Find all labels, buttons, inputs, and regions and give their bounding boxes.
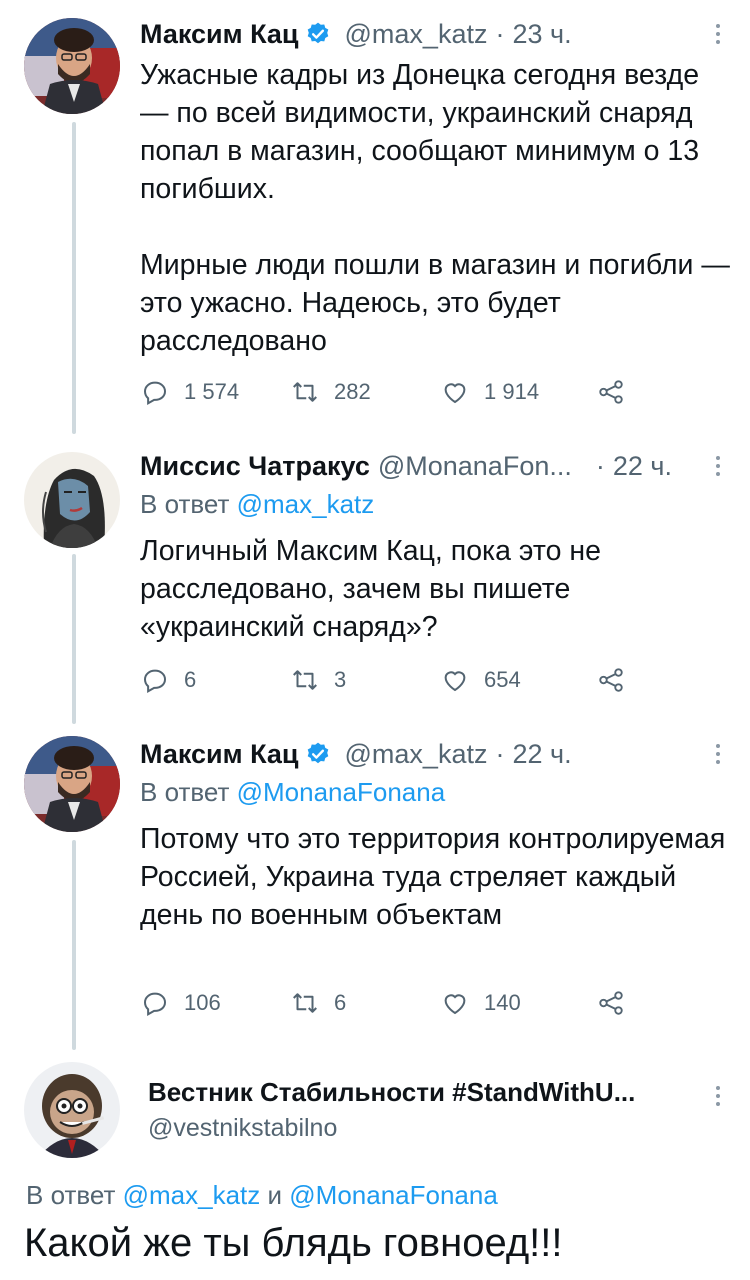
like-button[interactable]: 654 [440,662,521,698]
more-icon[interactable] [706,448,730,484]
handle[interactable]: @max_katz [345,739,488,770]
avatar[interactable] [24,18,120,114]
avatar[interactable] [24,736,120,832]
action-bar: 106 6 140 [140,985,640,1021]
reply-count: 106 [184,990,221,1015]
reply-conjunction: и [260,1180,290,1210]
like-icon [440,665,470,695]
tweet-text: Ужасные кадры из Донецка сегодня везде —… [140,59,730,357]
tweet-header: Максим Кац @max_katz · 23 ч. [140,16,730,52]
reply-prefix: В ответ [140,489,237,519]
handle[interactable]: @vestnikstabilno [148,1114,730,1143]
like-button[interactable]: 140 [440,985,521,1021]
action-bar: 1 574 282 1 914 [140,374,640,410]
retweet-icon [290,665,320,695]
like-count: 654 [484,667,521,692]
tweet[interactable]: Максим Кац @max_katz · 23 ч. Ужасные кад… [0,0,750,430]
more-icon[interactable] [706,736,730,772]
reply-icon [140,377,170,407]
retweet-icon [290,988,320,1018]
display-name[interactable]: Миссис Чатракус [140,451,370,482]
reply-icon [140,988,170,1018]
reply-prefix: В ответ [26,1180,123,1210]
timestamp[interactable]: 22 ч. [512,739,571,770]
like-icon [440,988,470,1018]
retweet-icon [290,377,320,407]
share-button[interactable] [596,985,626,1021]
reply-mention-link[interactable]: @max_katz [237,489,375,519]
retweet-button[interactable]: 3 [290,662,346,698]
display-name[interactable]: Вестник Стабильности #StandWithU... [148,1074,730,1110]
tweet[interactable]: Максим Кац @max_katz · 22 ч. В ответ @Mo… [0,730,750,1050]
reply-count: 1 574 [184,379,240,404]
separator-dot: · [495,738,505,769]
reply-context: В ответ @max_katz [140,486,730,522]
reply-prefix: В ответ [140,777,237,807]
verified-badge-icon [305,741,331,767]
tweet[interactable]: Миссис Чатракус @MonanaFon... · 22 ч. В … [0,440,750,730]
tweet-header: Миссис Чатракус @MonanaFon... · 22 ч. [140,448,730,484]
tweet-text: Потому что это территория контролируемая… [140,823,726,931]
handle[interactable]: @max_katz [345,19,488,50]
timestamp[interactable]: 23 ч. [512,19,571,50]
like-icon [440,377,470,407]
timestamp[interactable]: 22 ч. [613,451,672,482]
tweet-text: Какой же ты блядь говноед!!! [24,1221,563,1265]
retweet-button[interactable]: 282 [290,374,371,410]
display-name[interactable]: Максим Кац [140,19,299,50]
share-icon [596,377,626,407]
reply-count: 6 [184,667,197,692]
like-count: 140 [484,990,521,1015]
tweet-text: Логичный Максим Кац, пока это не расслед… [140,535,601,643]
share-button[interactable] [596,662,626,698]
tweet-header: Максим Кац @max_katz · 22 ч. [140,736,730,772]
retweet-count: 6 [334,990,347,1015]
handle[interactable]: @MonanaFon... [378,451,572,482]
reply-button[interactable]: 6 [140,662,196,698]
separator-dot: · [495,18,505,49]
reply-context: В ответ @MonanaFonana [140,774,730,810]
like-button[interactable]: 1 914 [440,374,539,410]
retweet-count: 282 [334,379,371,404]
more-icon[interactable] [706,1078,730,1114]
avatar[interactable] [24,452,120,548]
reply-button[interactable]: 1 574 [140,374,239,410]
verified-badge-icon [305,21,331,47]
avatar[interactable] [24,1062,120,1158]
separator-dot: · [595,450,605,481]
retweet-button[interactable]: 6 [290,985,346,1021]
reply-mention-link[interactable]: @MonanaFonana [237,777,446,807]
reply-mention-link[interactable]: @max_katz [123,1180,261,1210]
share-icon [596,988,626,1018]
reply-context: В ответ @max_katz и @MonanaFonana [26,1180,498,1211]
display-name[interactable]: Максим Кац [140,739,299,770]
reply-icon [140,665,170,695]
retweet-count: 3 [334,667,347,692]
reply-button[interactable]: 106 [140,985,221,1021]
like-count: 1 914 [484,379,540,404]
action-bar: 6 3 654 [140,662,640,698]
reply-mention-link[interactable]: @MonanaFonana [289,1180,498,1210]
more-icon[interactable] [706,16,730,52]
share-icon [596,665,626,695]
share-button[interactable] [596,374,626,410]
